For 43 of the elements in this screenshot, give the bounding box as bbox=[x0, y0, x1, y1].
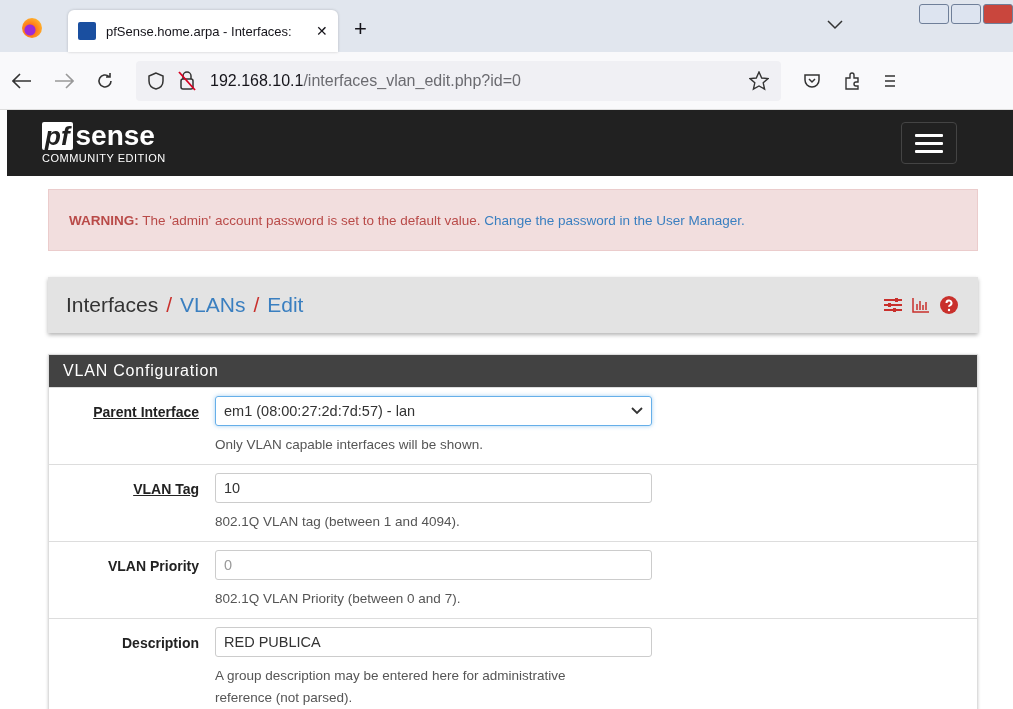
tab-title: pfSense.home.arpa - Interfaces: bbox=[106, 23, 293, 39]
sliders-icon[interactable] bbox=[884, 297, 902, 313]
new-tab-button[interactable]: + bbox=[354, 16, 367, 42]
site-favicon-icon bbox=[78, 22, 96, 40]
warning-message: WARNING: The 'admin' account password is set to the default value. Change the password in the User Manager. bbox=[69, 212, 745, 228]
menu-icon[interactable] bbox=[885, 72, 895, 89]
help-text: Only VLAN capable interfaces will be shown. bbox=[215, 436, 484, 454]
edition-label: COMMUNITY EDITION bbox=[42, 152, 166, 164]
minimize-button[interactable] bbox=[919, 4, 949, 24]
shield-icon[interactable] bbox=[148, 71, 164, 90]
browser-logo-icon[interactable] bbox=[22, 18, 42, 38]
star-icon[interactable] bbox=[749, 70, 769, 91]
breadcrumb-text: Interfaces bbox=[66, 293, 159, 317]
tab-list-icon[interactable] bbox=[827, 20, 843, 30]
back-icon[interactable] bbox=[12, 72, 32, 89]
chart-icon[interactable] bbox=[912, 297, 930, 313]
parent-interface-select[interactable]: em1 (08:00:27:2d:7d:57) - lan bbox=[215, 396, 652, 426]
help-text: 802.1Q VLAN tag (between 1 and 4094). bbox=[215, 513, 461, 531]
breadcrumb-separator: / bbox=[166, 293, 173, 317]
url-text: 192.168.10.1/interfaces_vlan_edit.php?id=0 bbox=[210, 71, 522, 90]
caret-icon bbox=[631, 407, 643, 415]
close-tab-button[interactable]: ✕ bbox=[316, 23, 328, 39]
input-field[interactable]: 0 bbox=[215, 550, 652, 580]
address-bar[interactable]: 192.168.10.1/interfaces_vlan_edit.php?id=0 bbox=[136, 60, 781, 101]
panel-title: VLAN Configuration bbox=[49, 355, 977, 387]
field-label[interactable]: VLAN Tag bbox=[133, 481, 199, 497]
menu-toggle-button[interactable] bbox=[901, 122, 957, 164]
help-text: 802.1Q VLAN Priority (between 0 and 7). bbox=[215, 590, 462, 608]
field-label: VLAN Priority bbox=[108, 558, 199, 574]
input-field[interactable]: RED PUBLICA bbox=[215, 627, 652, 657]
insecure-lock-icon[interactable] bbox=[178, 70, 196, 91]
breadcrumb-separator: / bbox=[253, 293, 260, 317]
pocket-icon[interactable] bbox=[803, 72, 821, 89]
restore-button[interactable] bbox=[951, 4, 981, 24]
field-label[interactable]: Parent Interface bbox=[93, 404, 199, 420]
pfsense-logo[interactable]: pf sense bbox=[42, 122, 155, 150]
help-text: A group description may be entered here for administrative reference (not parsed). bbox=[215, 667, 567, 707]
input-field[interactable]: 10 bbox=[215, 473, 652, 503]
forward-icon[interactable] bbox=[54, 72, 74, 89]
reload-icon[interactable] bbox=[96, 71, 114, 90]
help-icon[interactable] bbox=[940, 296, 958, 314]
browser-tab[interactable]: pfSense.home.arpa - Interfaces: ✕ bbox=[68, 10, 338, 52]
field-label: Description bbox=[122, 635, 199, 651]
